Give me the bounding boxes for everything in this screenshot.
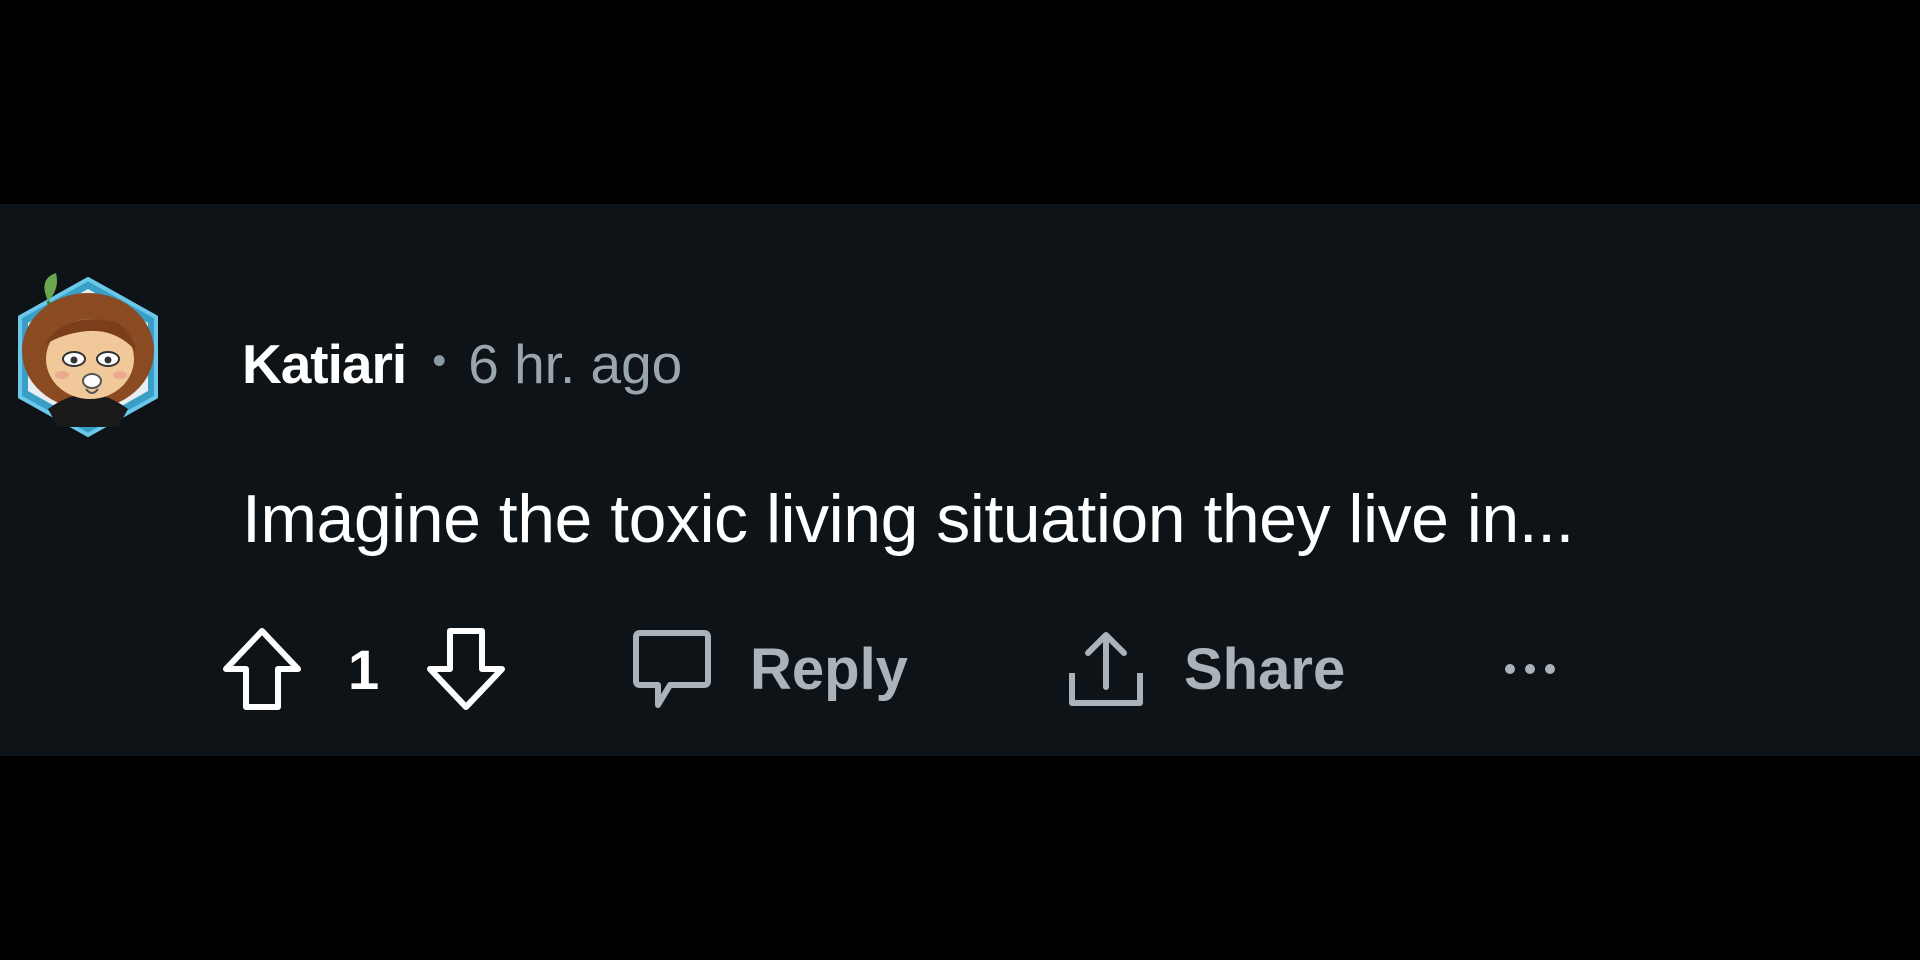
reply-label: Reply	[750, 636, 908, 702]
username-link[interactable]: Katiari	[242, 332, 407, 396]
timestamp[interactable]: 6 hr. ago	[468, 332, 682, 396]
more-options-button[interactable]	[1500, 614, 1560, 724]
share-icon	[1064, 625, 1148, 713]
comment-body: Imagine the toxic living situation they …	[242, 481, 1574, 557]
comment-card: Katiari • 6 hr. ago Imagine the toxic li…	[0, 204, 1920, 756]
upvote-arrow-icon	[220, 625, 304, 713]
share-label: Share	[1184, 636, 1346, 702]
comment-action-bar: 1 Reply Share	[220, 614, 1620, 724]
vote-count: 1	[348, 637, 380, 701]
separator-dot: •	[432, 338, 447, 383]
comment-header: Katiari • 6 hr. ago	[242, 324, 682, 404]
more-options-icon	[1500, 659, 1560, 679]
downvote-arrow-icon	[424, 625, 508, 713]
downvote-button[interactable]	[424, 614, 508, 724]
upvote-button[interactable]	[220, 614, 304, 724]
user-avatar-icon[interactable]	[8, 259, 168, 439]
reply-button[interactable]: Reply	[630, 614, 908, 724]
share-button[interactable]: Share	[1064, 614, 1345, 724]
speech-bubble-icon	[630, 625, 714, 713]
